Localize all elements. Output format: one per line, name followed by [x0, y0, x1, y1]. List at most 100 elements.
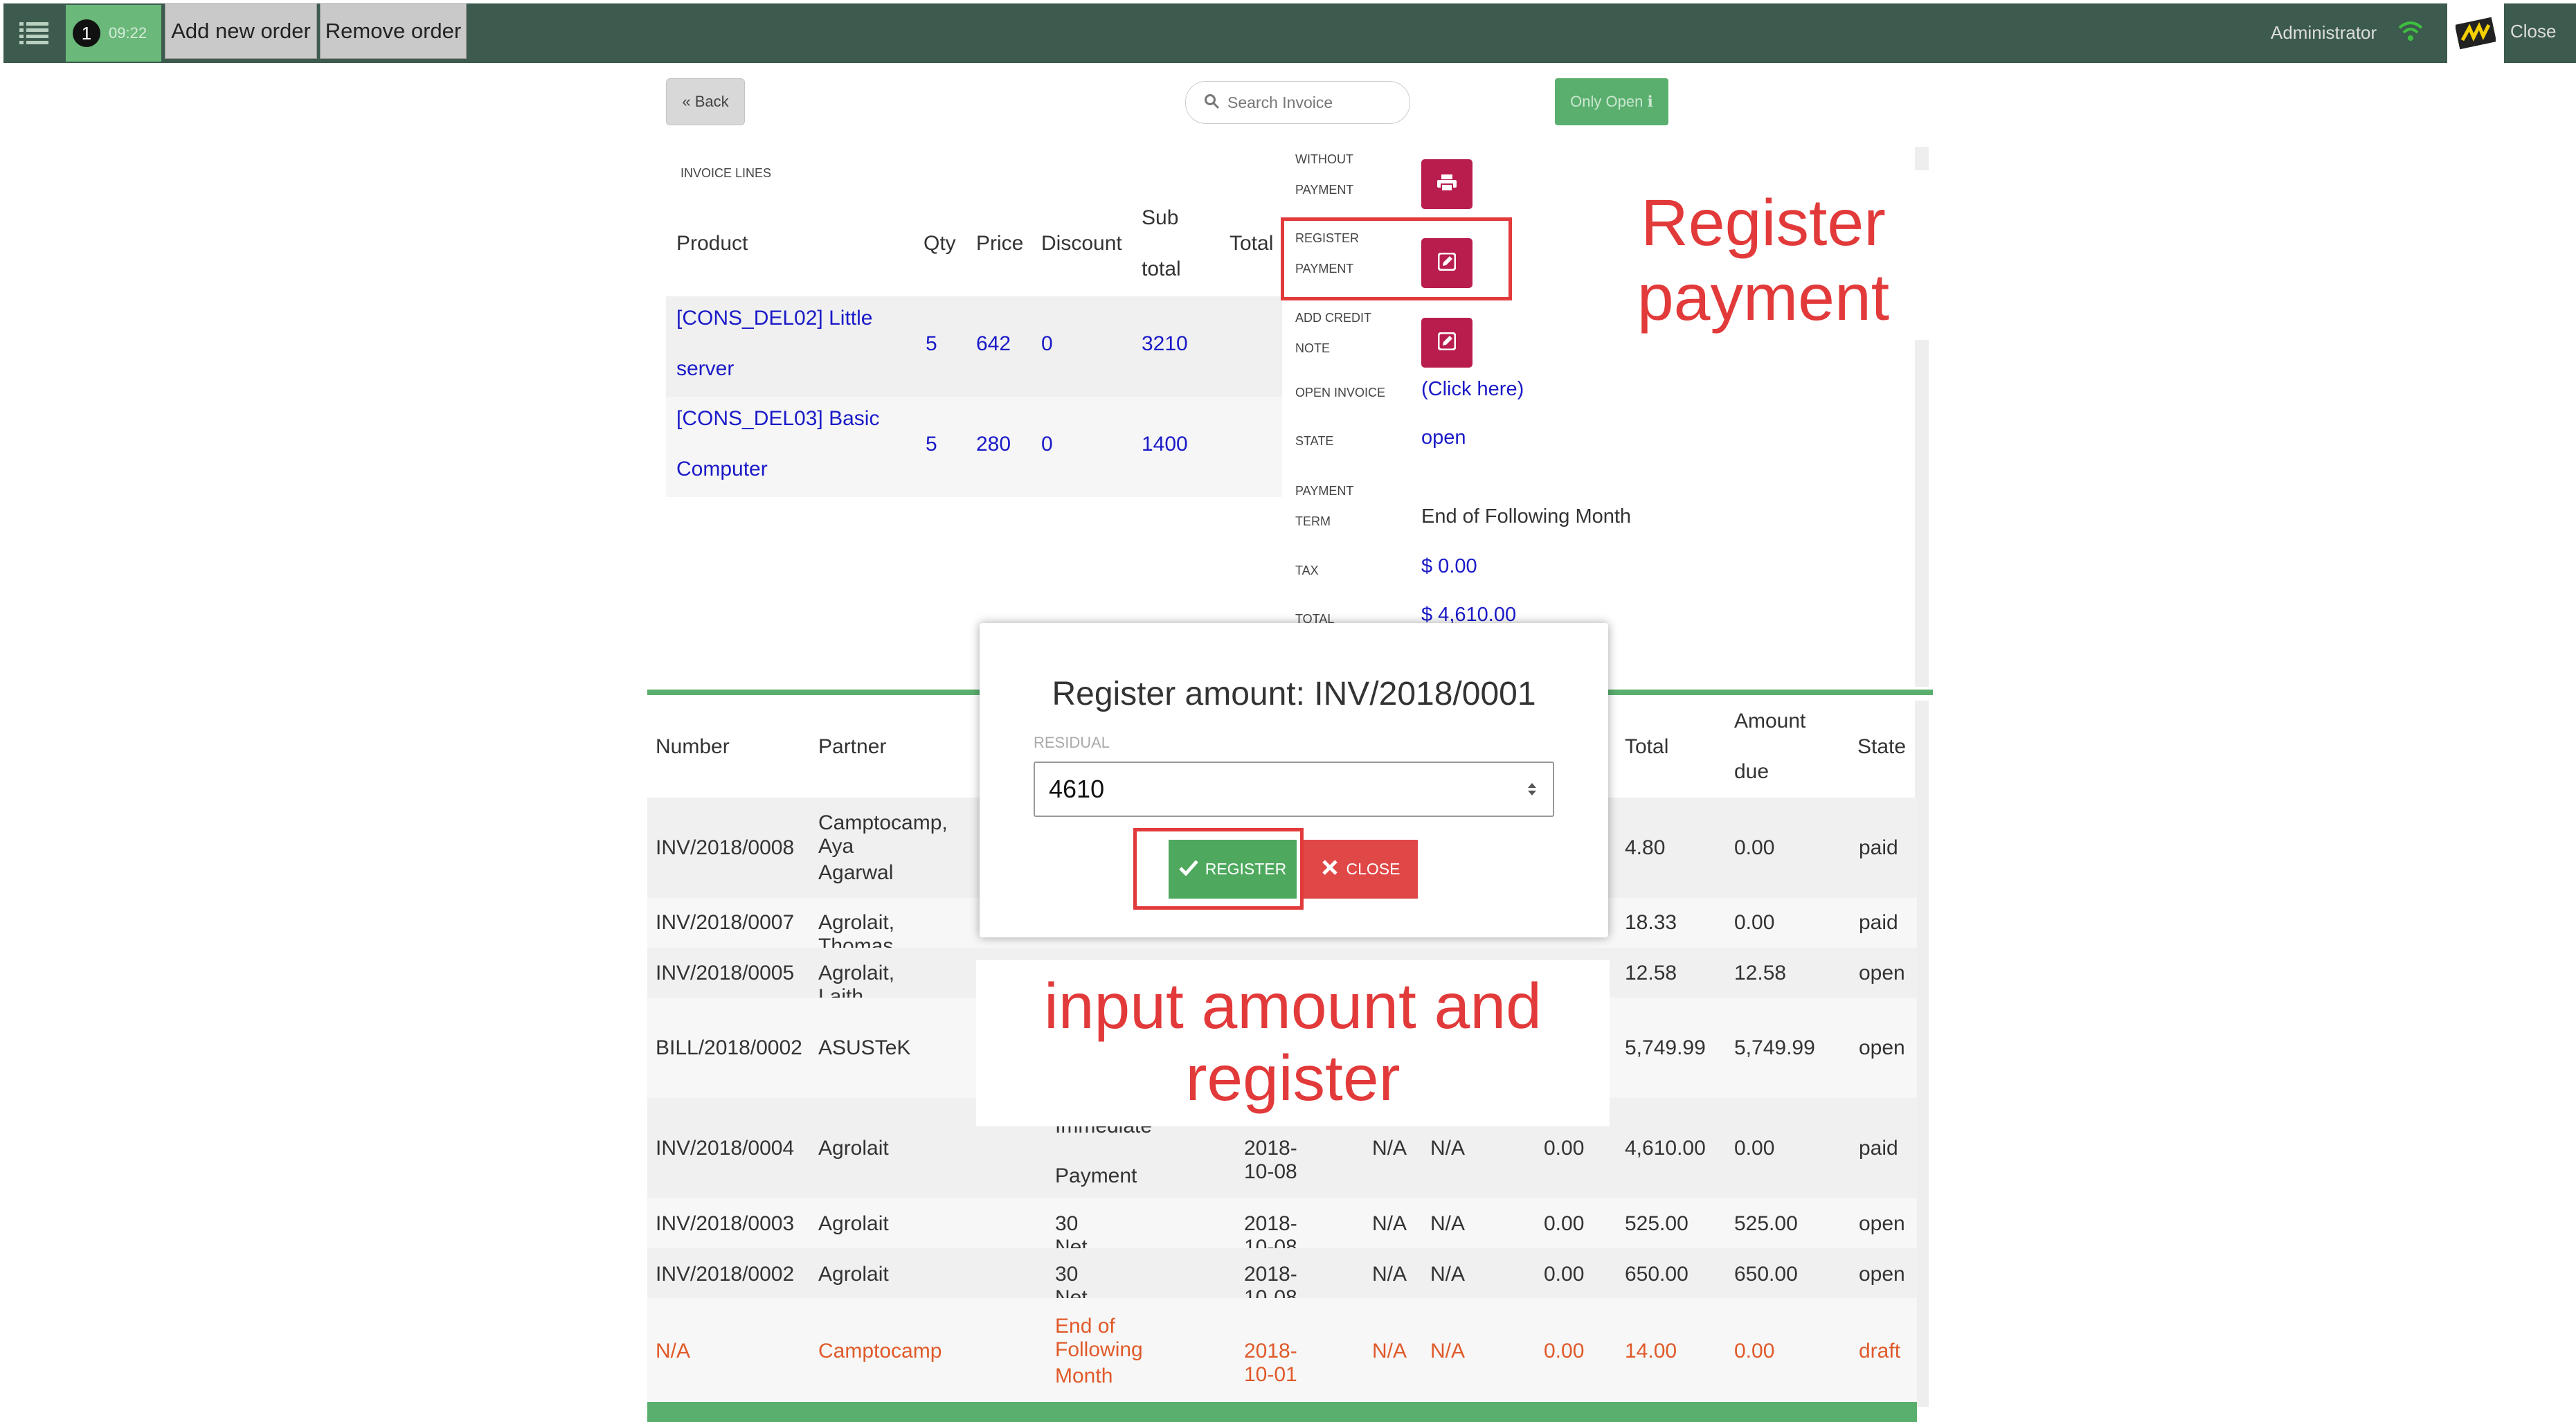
col-partner: Partner	[818, 735, 887, 758]
payment-term-label: Payment Term	[1295, 484, 1354, 528]
invoice-total: 5,749.99	[1625, 1036, 1706, 1059]
discount: 0	[1041, 433, 1053, 456]
invoice-number: INV/2018/0008	[656, 836, 795, 859]
invoice-tax: 0.00	[1544, 1340, 1585, 1362]
invoice-state: open	[1859, 1036, 1905, 1059]
invoice-lines-title: Invoice Lines	[681, 166, 772, 180]
user-name[interactable]: Administrator	[2271, 22, 2377, 44]
invoice-tax: 0.00	[1544, 1263, 1585, 1286]
invoice-due: 0.00	[1734, 836, 1775, 859]
register-label: REGISTER	[1205, 860, 1287, 878]
invoice-state: open	[1859, 962, 1905, 984]
edit-icon	[1437, 332, 1457, 354]
invoice-tax: 0.00	[1544, 1212, 1585, 1235]
add-credit-label: Add Credit Note	[1295, 311, 1372, 355]
company-logo	[2447, 3, 2504, 63]
invoice-number: INV/2018/0004	[656, 1137, 795, 1160]
payment-term-value: End of Following Month	[1421, 505, 1632, 528]
residual-amount-input[interactable]	[1034, 762, 1554, 817]
col-number: Number	[656, 735, 730, 758]
invoice-total: 12.58	[1625, 962, 1677, 984]
col-state: State	[1857, 735, 1907, 758]
wifi-icon	[2397, 19, 2424, 43]
open-invoice-link[interactable]: (Click here)	[1421, 378, 1524, 401]
invoice-col-b: N/A	[1430, 1212, 1466, 1235]
table-row[interactable]: [CONS_DEL03] Basic Computer 5 280 0 1400	[666, 397, 1282, 497]
invoice-state: paid	[1859, 911, 1898, 934]
annotation-register-payment: Register payment	[1596, 170, 1931, 340]
invoice-due: 5,749.99	[1734, 1036, 1815, 1059]
add-credit-note-button[interactable]	[1421, 318, 1472, 368]
order-tab[interactable]: 1 09:22	[66, 5, 161, 62]
invoice-number: INV/2018/0007	[656, 911, 795, 934]
state-value: open	[1421, 426, 1466, 449]
menu-icon[interactable]	[19, 21, 48, 46]
invoice-tax: 0.00	[1544, 1137, 1585, 1160]
selected-row-bar[interactable]	[647, 1402, 1917, 1422]
product-name-1: [CONS_DEL03] Basic	[676, 407, 880, 430]
printer-icon	[1436, 174, 1457, 195]
product-name-1: [CONS_DEL02] Little	[676, 307, 873, 330]
price: 280	[976, 433, 1011, 456]
table-row[interactable]: [CONS_DEL02] Little server 5 642 0 3210	[666, 296, 1282, 397]
invoice-col-a: N/A	[1372, 1212, 1407, 1235]
remove-order-button[interactable]: Remove order	[320, 3, 467, 59]
invoice-due: 0.00	[1734, 911, 1775, 934]
invoice-due: 0.00	[1734, 1137, 1775, 1160]
close-icon	[1322, 859, 1338, 880]
invoice-total: 4,610.00	[1625, 1137, 1706, 1160]
invoice-partner-1: ASUSTeK	[818, 1036, 911, 1059]
product-name-2: Computer	[676, 458, 768, 480]
invoice-term-2: Month	[1055, 1365, 1113, 1387]
col-amount-due-2: due	[1734, 760, 1769, 783]
register-button[interactable]: REGISTER	[1169, 840, 1297, 899]
subtotal: 1400	[1142, 433, 1188, 456]
residual-label: Residual	[1034, 734, 1110, 751]
col-total: Total	[1625, 735, 1669, 758]
invoice-number: INV/2018/0005	[656, 962, 795, 984]
invoice-total: 18.33	[1625, 911, 1677, 934]
stepper-icon[interactable]	[1525, 781, 1539, 798]
invoice-due: 12.58	[1734, 962, 1787, 984]
price: 642	[976, 332, 1011, 355]
state-label: State	[1295, 434, 1334, 448]
invoice-partner-1: Agrolait	[818, 1137, 889, 1160]
invoice-due: 525.00	[1734, 1212, 1798, 1235]
invoice-term-1: End of Following	[1055, 1315, 1143, 1361]
only-open-toggle[interactable]: Only Open ℹ	[1555, 78, 1668, 125]
invoice-total: 14.00	[1625, 1340, 1677, 1362]
back-button[interactable]: « Back	[666, 78, 745, 125]
invoice-number: BILL/2018/0002	[656, 1036, 802, 1059]
product-name-2: server	[676, 357, 735, 380]
annotation-input-amount: input amount and register	[976, 960, 1610, 1126]
register-amount-dialog: Register amount: INV/2018/0001 Residual …	[980, 623, 1608, 937]
register-payment-highlight	[1281, 217, 1512, 300]
invoice-number: N/A	[656, 1340, 691, 1362]
print-without-payment-button[interactable]	[1421, 159, 1472, 209]
invoice-partner-1: Agrolait	[818, 1212, 889, 1235]
invoice-partner-1: Camptocamp	[818, 1340, 942, 1362]
invoice-partner-1: Camptocamp, Aya	[818, 811, 948, 858]
open-invoice-label: Open Invoice	[1295, 386, 1386, 399]
invoice-due: 650.00	[1734, 1263, 1798, 1286]
invoice-number: INV/2018/0002	[656, 1263, 795, 1286]
close-label: CLOSE	[1346, 860, 1400, 878]
tax-label: Tax	[1295, 564, 1319, 577]
dialog-title: Register amount: INV/2018/0001	[1052, 676, 1536, 712]
invoice-number: INV/2018/0003	[656, 1212, 795, 1235]
close-dialog-button[interactable]: CLOSE	[1304, 840, 1418, 899]
invoice-total: 650.00	[1625, 1263, 1688, 1286]
close-session-button[interactable]: Close	[2510, 21, 2556, 42]
invoice-date: 2018-10-08	[1244, 1137, 1297, 1183]
check-icon	[1178, 859, 1198, 880]
order-number-badge: 1	[73, 19, 100, 47]
invoice-col-b: N/A	[1430, 1340, 1466, 1362]
table-scrollbar[interactable]	[1915, 701, 1929, 1407]
invoice-date: 2018-10-01	[1244, 1340, 1297, 1386]
discount: 0	[1041, 332, 1053, 355]
invoice-total: 525.00	[1625, 1212, 1688, 1235]
invoice-partner-2: Agarwal	[818, 861, 894, 884]
add-order-button[interactable]: Add new order	[165, 3, 317, 59]
invoice-col-a: N/A	[1372, 1137, 1407, 1160]
qty: 5	[926, 332, 937, 355]
